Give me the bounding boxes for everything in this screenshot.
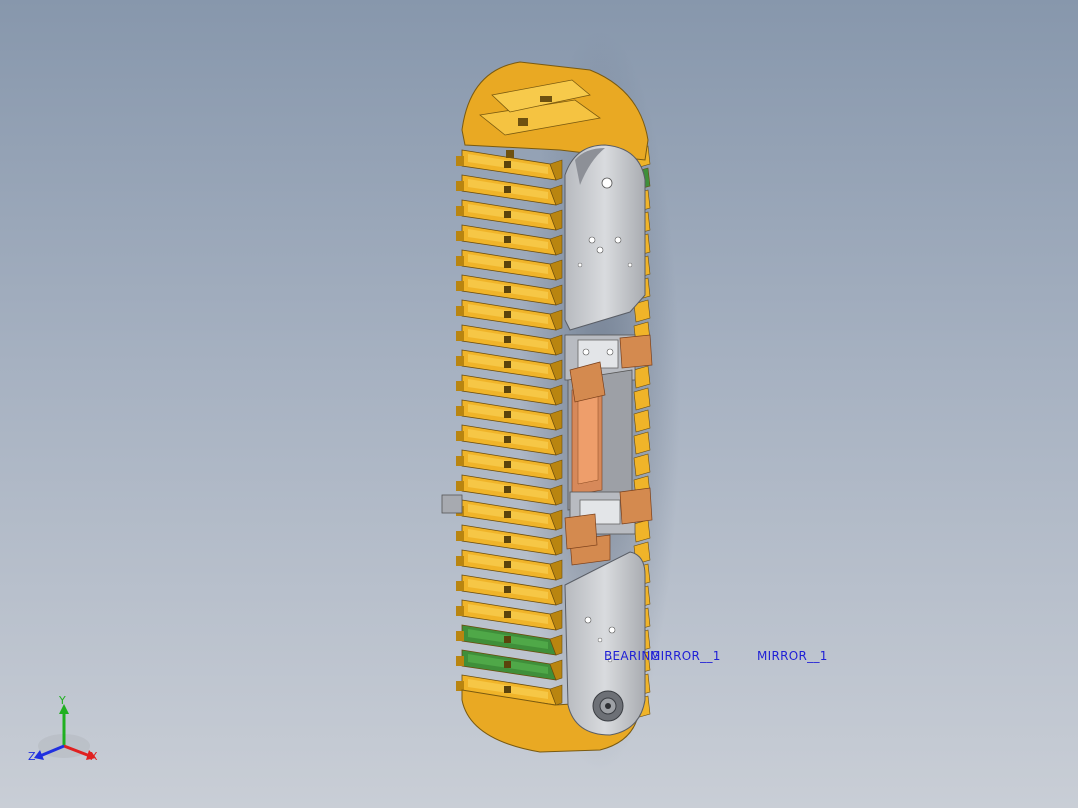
annotation-label-mirror-1: MIRROR__1 — [650, 649, 721, 663]
upper-side-plate[interactable] — [564, 144, 646, 331]
lower-side-plate[interactable] — [564, 551, 646, 736]
rear-chain-tooth — [633, 453, 651, 477]
z-axis-label: Z — [28, 750, 36, 763]
chain-assembly-model[interactable] — [0, 0, 1078, 808]
rear-chain-tooth — [633, 409, 651, 433]
y-axis-label: Y — [59, 694, 66, 707]
cad-viewport[interactable]: BEARING MIRROR__1 MIRROR__1 Y X Z — [0, 0, 1078, 808]
rear-chain-tooth — [633, 365, 651, 389]
rear-chain-tooth — [633, 431, 651, 455]
orientation-triad[interactable]: Y X Z — [22, 690, 112, 770]
left-mounting-bracket[interactable] — [441, 494, 463, 514]
x-axis-label: X — [90, 750, 98, 763]
rear-chain-tooth — [633, 387, 651, 411]
rear-chain-tooth — [633, 519, 651, 543]
annotation-label-mirror-2: MIRROR__1 — [757, 649, 828, 663]
